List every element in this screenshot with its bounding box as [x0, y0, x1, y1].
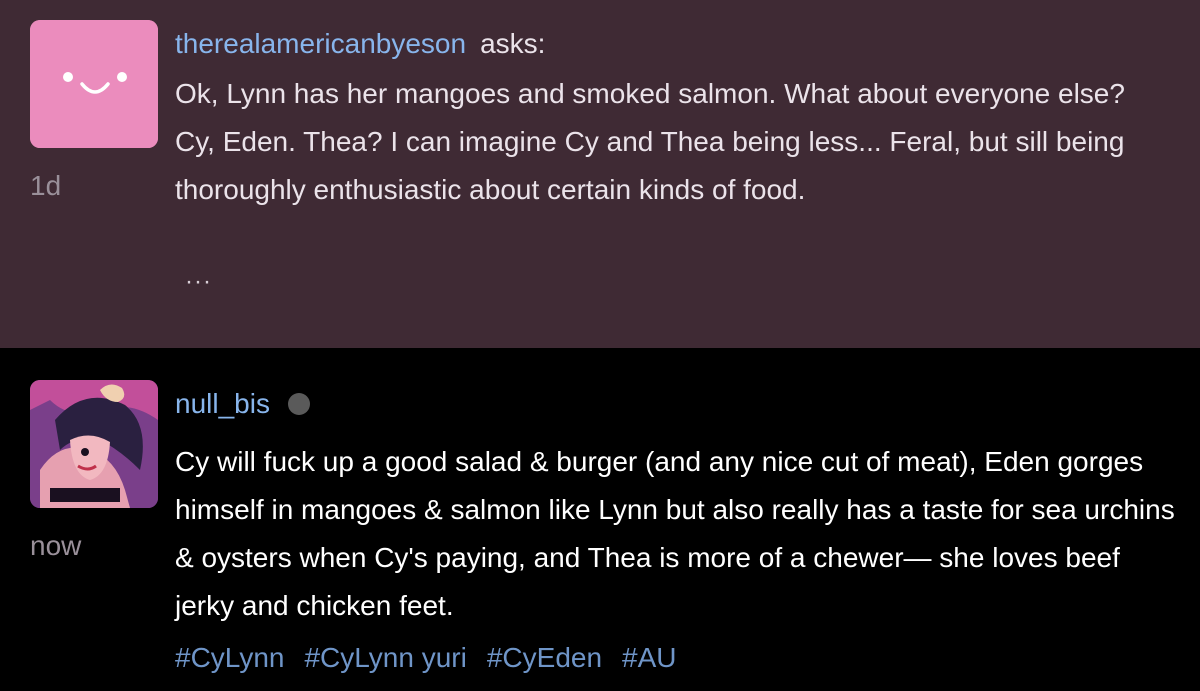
replier-avatar[interactable] — [30, 380, 158, 508]
tag-link[interactable]: #CyLynn yuri — [304, 642, 466, 673]
more-options-button[interactable]: ··· — [185, 268, 212, 296]
asker-avatar[interactable] — [30, 20, 158, 148]
smiley-face-icon — [30, 20, 158, 148]
reply-timestamp: now — [30, 530, 82, 561]
tag-link[interactable]: #CyEden — [487, 642, 602, 673]
ask-post: 1d therealamericanbyeson asks: Ok, Lynn h… — [0, 0, 1200, 348]
tag-link[interactable]: #AU — [622, 642, 676, 673]
replier-username[interactable]: null_bis — [175, 388, 270, 419]
reply-post: now null_bis Cy will fuck up a good sala… — [0, 348, 1200, 691]
reply-answer-text: Cy will fuck up a good salad & burger (a… — [175, 446, 1175, 621]
asker-username[interactable]: therealamericanbyeson — [175, 28, 466, 59]
tag-link[interactable]: #CyLynn — [175, 642, 284, 673]
ask-timestamp: 1d — [30, 170, 62, 201]
ask-question-text: Ok, Lynn has her mangoes and smoked salm… — [175, 78, 1125, 205]
ask-header: therealamericanbyeson asks: — [175, 26, 545, 62]
reply-header: null_bis — [175, 386, 310, 422]
status-indicator-icon — [287, 393, 310, 415]
character-portrait-icon — [30, 380, 158, 508]
tag-list: #CyLynn #CyLynn yuri #CyEden #AU — [175, 638, 697, 678]
asks-label: asks: — [480, 28, 546, 59]
